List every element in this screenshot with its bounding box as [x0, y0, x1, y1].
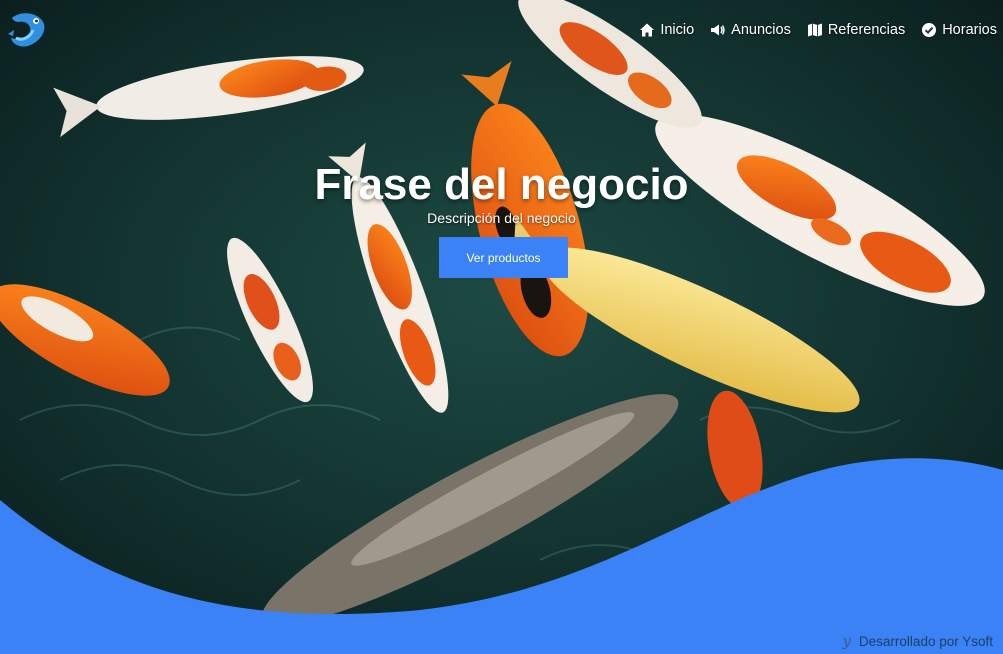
bottom-wave-decoration — [0, 458, 1003, 654]
megaphone-icon — [711, 24, 725, 36]
nav-item-horarios[interactable]: Horarios — [921, 22, 997, 38]
nav-item-label: Anuncios — [731, 22, 791, 38]
hero-title: Frase del negocio — [314, 160, 689, 209]
hero-section: Inicio Anuncios Referencias Horarios Fra… — [0, 0, 1003, 654]
ysoft-logo-icon: y — [842, 632, 851, 650]
nav-item-label: Inicio — [660, 22, 695, 38]
fish-logo-icon[interactable] — [6, 8, 48, 50]
view-products-button[interactable]: Ver productos — [439, 237, 568, 278]
nav-item-anuncios[interactable]: Anuncios — [710, 22, 791, 38]
home-icon — [640, 23, 655, 37]
hero-subtitle: Descripción del negocio — [427, 210, 576, 226]
nav-item-inicio[interactable]: Inicio — [639, 22, 694, 38]
check-circle-icon — [922, 23, 937, 37]
main-navigation: Inicio Anuncios Referencias Horarios — [639, 22, 997, 38]
developer-credit[interactable]: y Desarrollado por Ysoft — [842, 632, 993, 650]
nav-item-label: Referencias — [827, 22, 906, 38]
nav-item-label: Horarios — [942, 22, 997, 38]
credit-text: Desarrollado por Ysoft — [858, 633, 993, 649]
map-icon — [807, 23, 822, 37]
nav-item-referencias[interactable]: Referencias — [807, 22, 905, 38]
